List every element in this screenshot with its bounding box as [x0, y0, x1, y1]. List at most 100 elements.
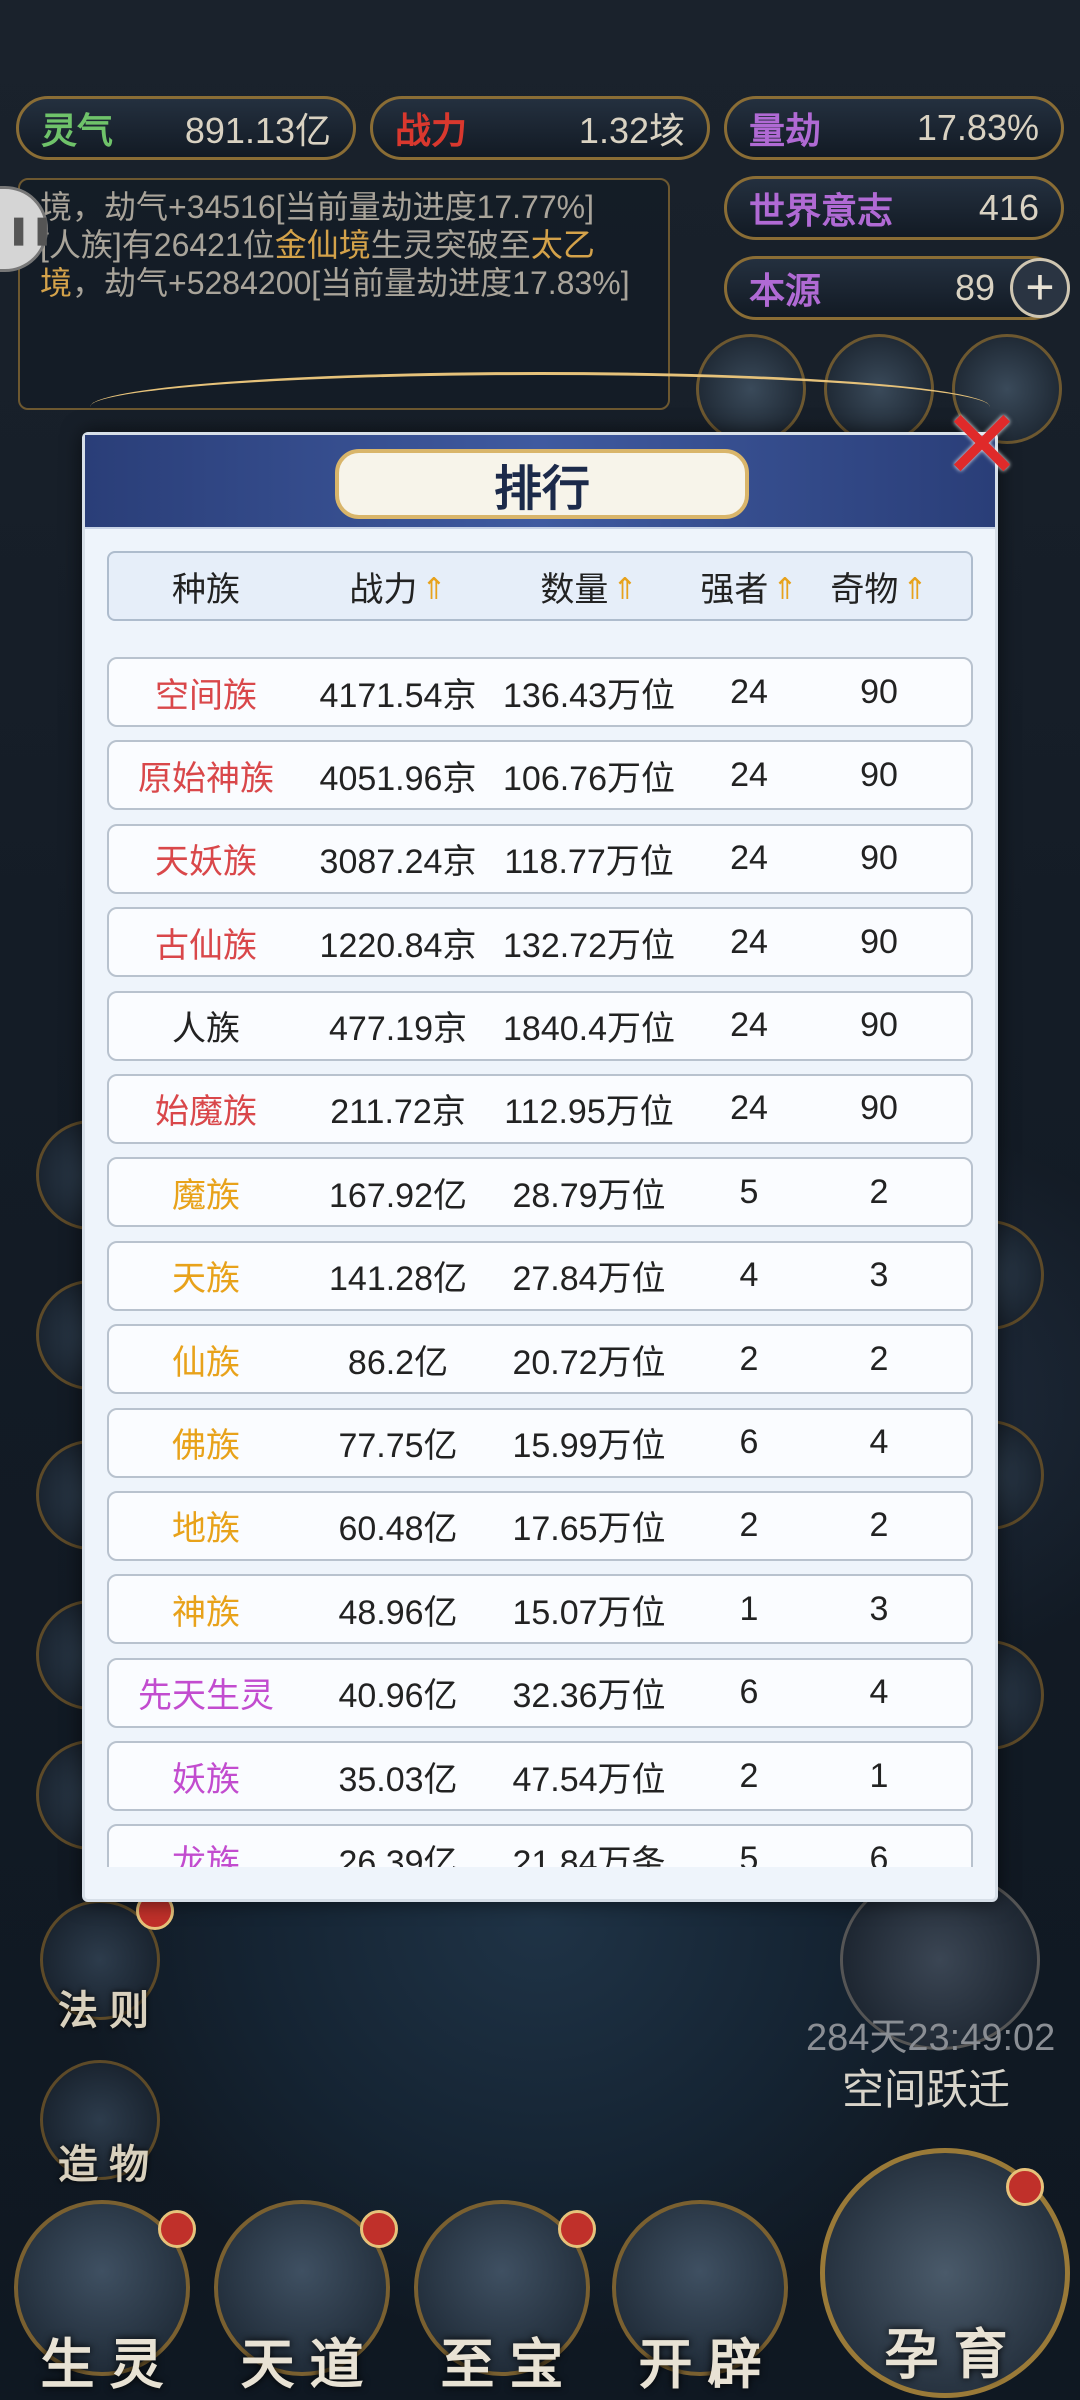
header-count-sort[interactable]: 数量 ⇑ [493, 562, 685, 611]
table-row[interactable]: 原始神族 4051.96京 106.76万位 24 90 [107, 740, 973, 811]
race-name: 始魔族 [155, 1093, 257, 1132]
race-strong: 24 [730, 672, 768, 711]
warp-timer: 284天23:49:02 [806, 2017, 1056, 2059]
race-power: 86.2亿 [347, 1343, 449, 1382]
header-race: 种族 [172, 570, 240, 609]
yun-yu-label: 孕 育 [884, 2325, 1008, 2385]
race-strong: 6 [739, 1673, 759, 1712]
table-header: 种族 战力 ⇑ 数量 ⇑ 强者 ⇑ 奇物 ⇑ [107, 551, 973, 621]
race-power: 4171.54京 [319, 676, 477, 715]
ranking-list[interactable]: 空间族 4171.54京 136.43万位 24 90 原始神族 4051.96京 106.7… [107, 657, 973, 1867]
race-items: 90 [860, 755, 898, 794]
race-count: 132.72万位 [503, 926, 675, 965]
zao-wu-label: 造 物 [58, 2143, 150, 2187]
race-items: 2 [869, 1506, 889, 1545]
race-items: 2 [869, 1339, 889, 1378]
race-count: 47.54万位 [512, 1760, 666, 1799]
header-items-sort[interactable]: 奇物 ⇑ [813, 562, 945, 611]
race-name: 天族 [172, 1260, 240, 1299]
race-strong: 24 [730, 1089, 768, 1128]
race-items: 2 [869, 1172, 889, 1211]
stat-benyuan-value: 89 [954, 267, 995, 308]
race-power: 26.39亿 [338, 1843, 458, 1867]
stat-lingqi-value: 891.13亿 [184, 110, 331, 151]
warp-label: 空间跃迁 [842, 2066, 1011, 2113]
race-power: 211.72京 [330, 1093, 466, 1132]
sort-arrow-icon: ⇑ [612, 572, 638, 606]
race-count: 15.99万位 [512, 1427, 666, 1466]
race-count: 27.84万位 [512, 1260, 666, 1299]
header-power-sort[interactable]: 战力 ⇑ [303, 562, 493, 611]
tian-dao-alert-badge [360, 2210, 398, 2248]
race-strong: 5 [739, 1839, 759, 1867]
table-row[interactable]: 天族 141.28亿 27.84万位 4 3 [107, 1240, 973, 1311]
table-row[interactable]: 天妖族 3087.24京 118.77万位 24 90 [107, 823, 973, 894]
table-row[interactable]: 人族 477.19京 1840.4万位 24 90 [107, 990, 973, 1061]
race-strong: 2 [739, 1756, 759, 1795]
table-row[interactable]: 始魔族 211.72京 112.95万位 24 90 [107, 1073, 973, 1144]
close-icon[interactable]: ✕ [934, 398, 1030, 494]
race-items: 1 [869, 1756, 889, 1795]
table-row[interactable]: 魔族 167.92亿 28.79万位 5 2 [107, 1157, 973, 1228]
race-name: 仙族 [172, 1343, 240, 1382]
race-power: 1220.84京 [319, 926, 477, 965]
race-name: 人族 [172, 1010, 240, 1049]
header-strong-sort[interactable]: 强者 ⇑ [685, 562, 813, 611]
table-row[interactable]: 空间族 4171.54京 136.43万位 24 90 [107, 657, 973, 727]
table-row[interactable]: 神族 48.96亿 15.07万位 1 3 [107, 1574, 973, 1645]
race-name: 空间族 [155, 676, 257, 715]
race-name: 古仙族 [155, 926, 257, 965]
race-strong: 24 [730, 922, 768, 961]
stat-benyuan-label: 本源 [749, 270, 822, 311]
race-strong: 24 [730, 755, 768, 794]
nav-sheng-ling-label: 生 灵 [40, 2335, 164, 2395]
race-strong: 2 [739, 1506, 759, 1545]
race-power: 77.75亿 [338, 1427, 458, 1466]
add-benyuan-button[interactable]: + [1010, 258, 1070, 318]
race-items: 4 [869, 1673, 889, 1712]
race-name: 龙族 [172, 1843, 240, 1867]
race-items: 90 [860, 1006, 898, 1045]
race-name: 先天生灵 [138, 1677, 274, 1716]
modal-title: 排行 [335, 449, 749, 519]
race-strong: 6 [739, 1423, 759, 1462]
stat-liangjie[interactable]: 量劫 17.83% [724, 96, 1064, 160]
race-count: 1840.4万位 [503, 1010, 675, 1049]
race-power: 35.03亿 [338, 1760, 458, 1799]
table-row[interactable]: 龙族 26.39亿 21.84万条 5 6 [107, 1824, 973, 1867]
table-row[interactable]: 古仙族 1220.84京 132.72万位 24 90 [107, 907, 973, 978]
stat-liangjie-value: 17.83% [916, 107, 1039, 148]
race-power: 477.19京 [329, 1010, 467, 1049]
race-power: 3087.24京 [319, 843, 477, 882]
race-items: 6 [869, 1839, 889, 1867]
race-power: 141.28亿 [329, 1260, 467, 1299]
stat-zhanli-label: 战力 [395, 110, 468, 151]
race-count: 106.76万位 [503, 759, 675, 798]
table-row[interactable]: 佛族 77.75亿 15.99万位 6 4 [107, 1407, 973, 1478]
table-row[interactable]: 妖族 35.03亿 47.54万位 2 1 [107, 1741, 973, 1812]
stat-zhanli[interactable]: 战力 1.32垓 [370, 96, 710, 160]
race-strong: 1 [739, 1589, 759, 1628]
table-row[interactable]: 仙族 86.2亿 20.72万位 2 2 [107, 1324, 973, 1395]
race-name: 原始神族 [138, 759, 274, 798]
race-items: 90 [860, 839, 898, 878]
race-name: 佛族 [172, 1427, 240, 1466]
table-row[interactable]: 先天生灵 40.96亿 32.36万位 6 4 [107, 1657, 973, 1728]
race-power: 60.48亿 [338, 1510, 458, 1549]
stat-zhanli-value: 1.32垓 [578, 110, 685, 151]
sort-arrow-icon: ⇑ [772, 572, 798, 606]
race-items: 3 [869, 1589, 889, 1628]
race-name: 妖族 [172, 1760, 240, 1799]
stat-shijie[interactable]: 世界意志 416 [724, 176, 1064, 240]
race-items: 4 [869, 1423, 889, 1462]
race-count: 17.65万位 [512, 1510, 666, 1549]
race-strong: 4 [739, 1256, 759, 1295]
race-name: 神族 [172, 1593, 240, 1632]
stat-lingqi[interactable]: 灵气 891.13亿 [16, 96, 356, 160]
race-count: 15.07万位 [512, 1593, 666, 1632]
table-row[interactable]: 地族 60.48亿 17.65万位 2 2 [107, 1490, 973, 1561]
ranking-modal: 排行 种族 战力 ⇑ 数量 ⇑ 强者 ⇑ 奇物 ⇑ 空间族 4171.54京 136.43万… [82, 432, 998, 1902]
race-count: 112.95万位 [504, 1093, 674, 1132]
sheng-ling-alert-badge [158, 2210, 196, 2248]
stat-shijie-value: 416 [978, 187, 1039, 228]
